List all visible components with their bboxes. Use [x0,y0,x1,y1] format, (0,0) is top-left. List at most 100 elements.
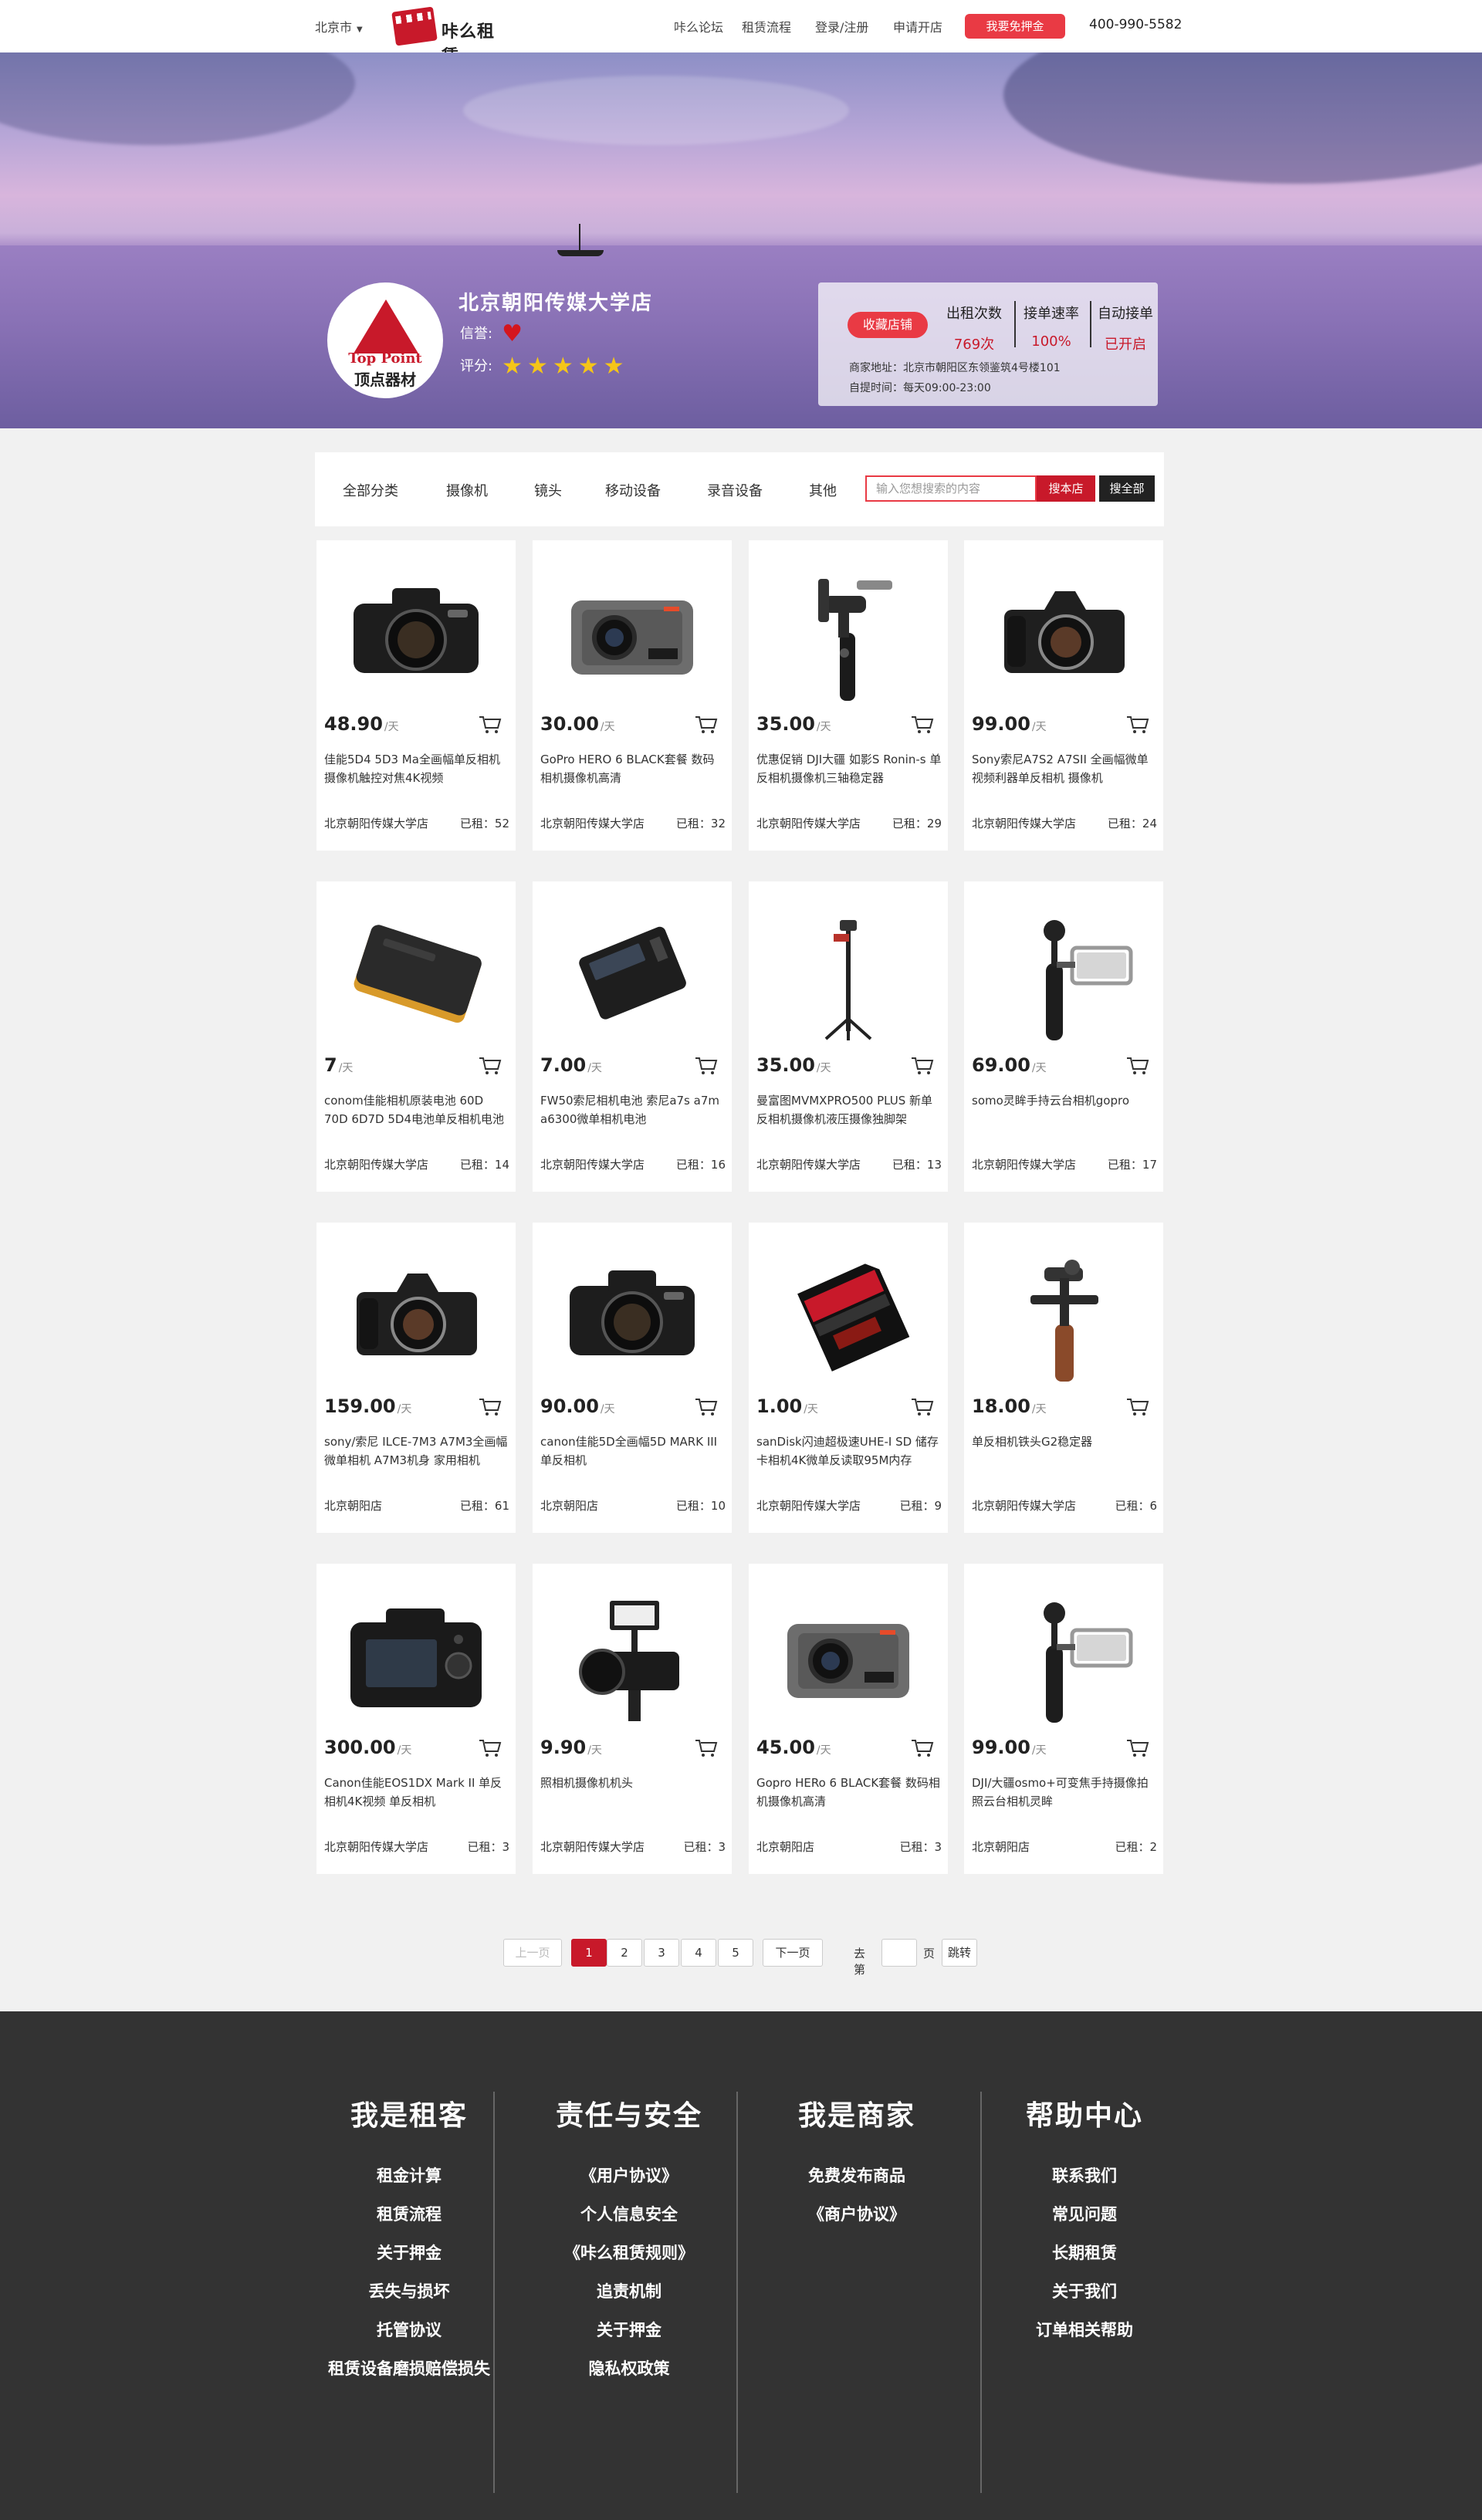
product-title[interactable]: GoPro HERO 6 BLACK套餐 数码相机摄像机高清 [540,750,726,787]
footer-link[interactable]: 关于押金 [293,2234,525,2272]
nav-login-register[interactable]: 登录/注册 [815,17,868,36]
category-lens[interactable]: 镜头 [534,480,562,500]
product-title[interactable]: somo灵眸手持云台相机gopro [972,1091,1157,1128]
handheld-gimbal-icon[interactable] [980,1585,1148,1727]
cart-icon[interactable] [695,1397,718,1417]
product-title[interactable]: 单反相机铁头G2稳定器 [972,1433,1157,1470]
cart-icon[interactable] [911,1397,934,1417]
cart-icon[interactable] [1126,1056,1149,1076]
cart-icon[interactable] [911,1056,934,1076]
footer-link[interactable]: 租金计算 [293,2156,525,2195]
cart-icon[interactable] [911,715,934,735]
page-button[interactable]: 1 [571,1939,607,1967]
cart-icon[interactable] [1126,1397,1149,1417]
category-camcorder[interactable]: 摄像机 [446,480,488,500]
product-title[interactable]: canon佳能5D全画幅5D MARK III 单反相机 [540,1433,726,1470]
product-card[interactable]: 90.00/天 canon佳能5D全画幅5D MARK III 单反相机 北京朝阳店… [533,1223,732,1533]
product-title[interactable]: FW50索尼相机电池 索尼a7s a7m a6300微单相机电池 [540,1091,726,1128]
footer-link[interactable]: 个人信息安全 [513,2195,745,2234]
category-all[interactable]: 全部分类 [343,480,398,500]
action-camera-icon[interactable] [764,1585,932,1727]
footer-link[interactable]: 托管协议 [293,2311,525,2349]
battery-icon[interactable] [332,903,500,1045]
handheld-gimbal-icon[interactable] [980,903,1148,1045]
cart-icon[interactable] [1126,715,1149,735]
mirrorless-camera-icon[interactable] [980,562,1148,704]
product-card[interactable]: 69.00/天 somo灵眸手持云台相机gopro 北京朝阳传媒大学店 已租：17 [964,881,1163,1192]
favorite-shop-button[interactable]: 收藏店铺 [848,312,928,338]
product-card[interactable]: 45.00/天 Gopro HERo 6 BLACK套餐 数码相机摄像机高清 北京朝… [749,1564,948,1874]
footer-link[interactable]: 关于押金 [513,2311,745,2349]
footer-link[interactable]: 常见问题 [969,2195,1200,2234]
product-title[interactable]: DJI/大疆osmo+可变焦手持摄像拍照云台相机灵眸 [972,1774,1157,1811]
search-shop-button[interactable]: 搜本店 [1037,475,1095,502]
product-title[interactable]: 曼富图MVMXPRO500 PLUS 新单反相机摄像机液压摄像独脚架 [756,1091,942,1128]
product-card[interactable]: 9.90/天 照相机摄像机机头 北京朝阳传媒大学店 已租：3 [533,1564,732,1874]
footer-link[interactable]: 《咔么租赁规则》 [513,2234,745,2272]
footer-link[interactable]: 《商户协议》 [741,2195,973,2234]
cart-icon[interactable] [479,1738,502,1758]
cart-icon[interactable] [695,715,718,735]
product-card[interactable]: 99.00/天 DJI/大疆osmo+可变焦手持摄像拍照云台相机灵眸 北京朝阳店 已租… [964,1564,1163,1874]
category-audio[interactable]: 录音设备 [707,480,763,500]
cart-icon[interactable] [479,715,502,735]
footer-link[interactable]: 《用户协议》 [513,2156,745,2195]
footer-link[interactable]: 联系我们 [969,2156,1200,2195]
battery-dark-icon[interactable] [548,903,716,1045]
footer-link[interactable]: 丢失与损坏 [293,2272,525,2311]
product-title[interactable]: 优惠促销 DJI大疆 如影S Ronin-s 单反相机摄像机三轴稳定器 [756,750,942,787]
product-card[interactable]: 18.00/天 单反相机铁头G2稳定器 北京朝阳传媒大学店 已租：6 [964,1223,1163,1533]
page-button[interactable]: 4 [681,1939,716,1967]
product-card[interactable]: 300.00/天 Canon佳能EOS1DX Mark II 单反相机4K视频 单… [316,1564,516,1874]
mirrorless-camera-icon[interactable] [332,1244,500,1386]
footer-link[interactable]: 免费发布商品 [741,2156,973,2195]
nav-forum[interactable]: 咔么论坛 [674,17,723,36]
dslr-back-icon[interactable] [332,1585,500,1727]
search-all-button[interactable]: 搜全部 [1099,475,1155,502]
product-title[interactable]: 佳能5D4 5D3 Ma全画幅单反相机摄像机触控对焦4K视频 [324,750,509,787]
gimbal-icon[interactable] [764,562,932,704]
footer-link[interactable]: 订单相关帮助 [969,2311,1200,2349]
cart-icon[interactable] [479,1397,502,1417]
nav-rental-process[interactable]: 租赁流程 [742,17,791,36]
dslr-camera-icon[interactable] [332,562,500,704]
product-card[interactable]: 30.00/天 GoPro HERO 6 BLACK套餐 数码相机摄像机高清 北京朝… [533,540,732,851]
goto-button[interactable]: 跳转 [942,1939,977,1967]
sd-card-icon[interactable] [764,1244,932,1386]
footer-link[interactable]: 追责机制 [513,2272,745,2311]
nav-apply-shop[interactable]: 申请开店 [893,17,942,36]
cart-icon[interactable] [695,1056,718,1076]
footer-link[interactable]: 租赁流程 [293,2195,525,2234]
stabilizer-icon[interactable] [980,1244,1148,1386]
monopod-icon[interactable] [764,903,932,1045]
footer-link[interactable]: 隐私权政策 [513,2349,745,2388]
product-card[interactable]: 99.00/天 Sony索尼A7S2 A7SII 全画幅微单视频利器单反相机 摄像… [964,540,1163,851]
product-title[interactable]: Sony索尼A7S2 A7SII 全画幅微单视频利器单反相机 摄像机 [972,750,1157,787]
category-other[interactable]: 其他 [809,480,837,500]
product-title[interactable]: sony/索尼 ILCE-7M3 A7M3全画幅微单相机 A7M3机身 家用相机 [324,1433,509,1470]
cart-icon[interactable] [479,1056,502,1076]
cart-icon[interactable] [1126,1738,1149,1758]
site-logo[interactable]: 咔么租赁 [391,6,509,66]
dslr-camera-icon[interactable] [548,1244,716,1386]
deposit-free-button[interactable]: 我要免押金 [965,14,1065,39]
action-camera-icon[interactable] [548,562,716,704]
goto-page-input[interactable] [881,1939,917,1967]
cart-icon[interactable] [911,1738,934,1758]
product-card[interactable]: 48.90/天 佳能5D4 5D3 Ma全画幅单反相机摄像机触控对焦4K视频 北京朝… [316,540,516,851]
page-button[interactable]: 3 [644,1939,679,1967]
product-card[interactable]: 35.00/天 曼富图MVMXPRO500 PLUS 新单反相机摄像机液压摄像独脚… [749,881,948,1192]
category-mobile[interactable]: 移动设备 [605,480,661,500]
camera-rig-icon[interactable] [548,1585,716,1727]
city-selector[interactable]: 北京市 ▼ [315,17,363,36]
product-title[interactable]: 照相机摄像机机头 [540,1774,726,1811]
product-card[interactable]: 35.00/天 优惠促销 DJI大疆 如影S Ronin-s 单反相机摄像机三轴稳… [749,540,948,851]
page-button[interactable]: 2 [607,1939,642,1967]
product-card[interactable]: 1.00/天 sanDisk闪迪超极速UHE-I SD 储存卡相机4K微单反读取9… [749,1223,948,1533]
prev-page-button[interactable]: 上一页 [503,1939,562,1967]
search-input[interactable]: 输入您想搜索的内容 [865,475,1037,502]
next-page-button[interactable]: 下一页 [763,1939,823,1967]
product-title[interactable]: Canon佳能EOS1DX Mark II 单反相机4K视频 单反相机 [324,1774,509,1811]
footer-link[interactable]: 租赁设备磨损赔偿损失 [293,2349,525,2388]
product-card[interactable]: 7/天 conom佳能相机原装电池 60D 70D 6D7D 5D4电池单反相机电… [316,881,516,1192]
